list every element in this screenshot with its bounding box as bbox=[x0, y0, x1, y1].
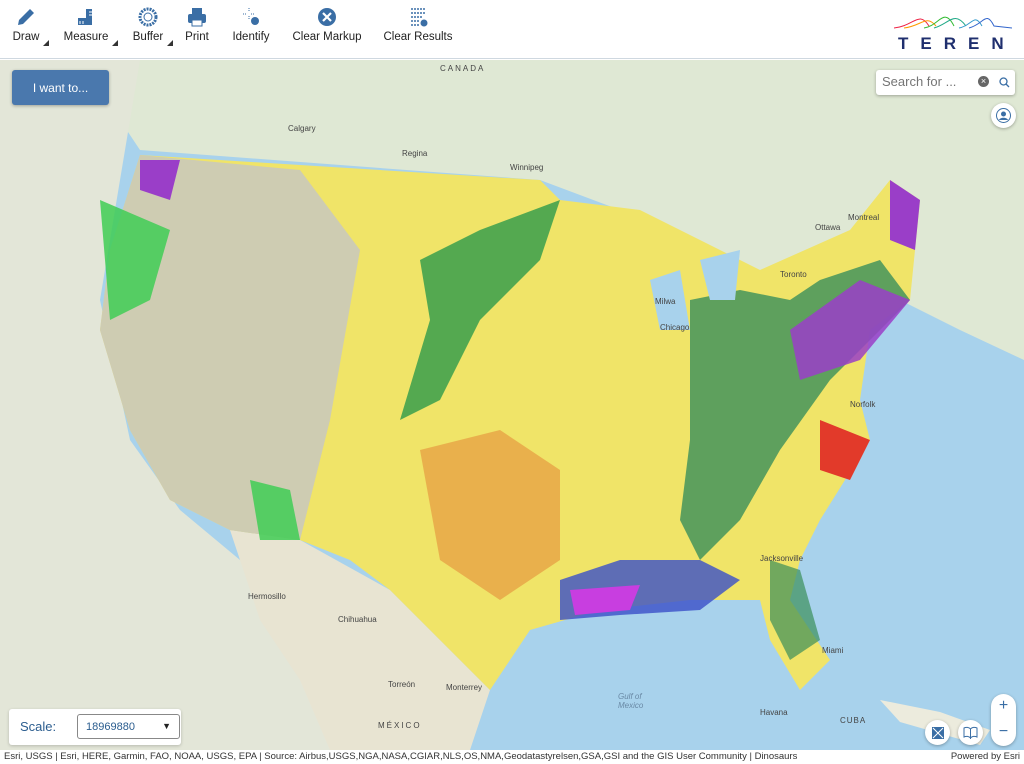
draw-dropdown-arrow[interactable] bbox=[43, 40, 49, 46]
map-label: Gulf of Mexico bbox=[618, 692, 644, 710]
clear-search-icon[interactable]: × bbox=[978, 76, 989, 87]
basemap-button[interactable] bbox=[925, 720, 950, 745]
measure-tool[interactable]: Measure bbox=[62, 6, 110, 43]
scale-control: Scale: 18969880 bbox=[9, 709, 181, 745]
map-label: Toronto bbox=[780, 270, 807, 279]
close-circle-icon bbox=[318, 8, 336, 26]
map-label: Torreón bbox=[388, 680, 416, 689]
clear-markup-tool[interactable]: Clear Markup bbox=[292, 6, 362, 43]
tool-label: Buffer bbox=[132, 31, 164, 43]
tool-label: Print bbox=[185, 31, 209, 43]
map-label: Havana bbox=[760, 708, 788, 717]
book-icon bbox=[963, 726, 978, 739]
toolbar: Draw Measure Buffer Print Identify Clear… bbox=[0, 0, 1024, 59]
attribution-bar: Esri, USGS | Esri, HERE, Garmin, FAO, NO… bbox=[0, 750, 1024, 764]
scale-select[interactable]: 18969880 bbox=[77, 714, 180, 739]
legend-button[interactable] bbox=[958, 720, 983, 745]
map-label: Chihuahua bbox=[338, 615, 377, 624]
map-label: Milwa bbox=[655, 297, 676, 306]
measure-dropdown-arrow[interactable] bbox=[112, 40, 118, 46]
identify-icon bbox=[243, 8, 259, 25]
map-label: Winnipeg bbox=[510, 163, 544, 172]
map-view[interactable]: CANADA Calgary Regina Winnipeg Ottawa Mo… bbox=[0, 60, 1024, 750]
tool-label: Draw bbox=[12, 31, 40, 43]
powered-by-link[interactable]: Powered by Esri bbox=[951, 751, 1020, 762]
map-label: CANADA bbox=[440, 64, 486, 73]
clear-list-icon bbox=[411, 8, 428, 27]
zoom-in-button[interactable]: + bbox=[991, 694, 1016, 720]
clear-results-tool[interactable]: Clear Results bbox=[383, 6, 453, 43]
buffer-tool[interactable]: Buffer bbox=[130, 6, 166, 43]
map-label: Montreal bbox=[848, 213, 880, 222]
logo-waves-icon bbox=[893, 16, 1013, 29]
zoom-control: + − bbox=[991, 694, 1016, 746]
zoom-out-button[interactable]: − bbox=[991, 720, 1016, 746]
map-label: Hermosillo bbox=[248, 592, 286, 601]
map-label: MÉXICO bbox=[378, 721, 422, 730]
map-label: Norfolk bbox=[850, 400, 876, 409]
pencil-icon bbox=[18, 9, 34, 25]
buffer-icon bbox=[138, 7, 158, 27]
user-icon bbox=[996, 108, 1011, 123]
attribution-text: Esri, USGS | Esri, HERE, Garmin, FAO, NO… bbox=[4, 751, 798, 762]
search-icon[interactable] bbox=[999, 77, 1010, 88]
scale-label: Scale: bbox=[20, 719, 57, 734]
map-label: CUBA bbox=[840, 716, 867, 725]
map-label: Monterrey bbox=[446, 683, 483, 692]
tool-label: Measure bbox=[63, 31, 109, 43]
ruler-icon bbox=[78, 9, 92, 25]
search-box: × bbox=[876, 70, 1015, 95]
map-label: Regina bbox=[402, 149, 428, 158]
printer-icon bbox=[188, 8, 206, 27]
search-input[interactable] bbox=[882, 74, 978, 89]
tool-label: Clear Markup bbox=[292, 31, 362, 43]
tool-label: Clear Results bbox=[383, 31, 453, 43]
teren-logo: TEREN bbox=[893, 6, 1016, 54]
user-button[interactable] bbox=[991, 103, 1016, 128]
map-label: Chicago bbox=[660, 323, 690, 332]
draw-tool[interactable]: Draw bbox=[10, 6, 42, 43]
tool-label: Identify bbox=[232, 31, 270, 43]
identify-tool[interactable]: Identify bbox=[230, 6, 272, 43]
map-label: Calgary bbox=[288, 124, 316, 133]
basemap-icon bbox=[931, 726, 944, 739]
logo-text: TEREN bbox=[898, 34, 1016, 53]
i-want-to-button[interactable]: I want to... bbox=[12, 70, 109, 105]
print-tool[interactable]: Print bbox=[183, 6, 211, 43]
buffer-dropdown-arrow[interactable] bbox=[167, 40, 173, 46]
map-label: Ottawa bbox=[815, 223, 841, 232]
map-label: Jacksonville bbox=[760, 554, 804, 563]
map-label: Miami bbox=[822, 646, 844, 655]
